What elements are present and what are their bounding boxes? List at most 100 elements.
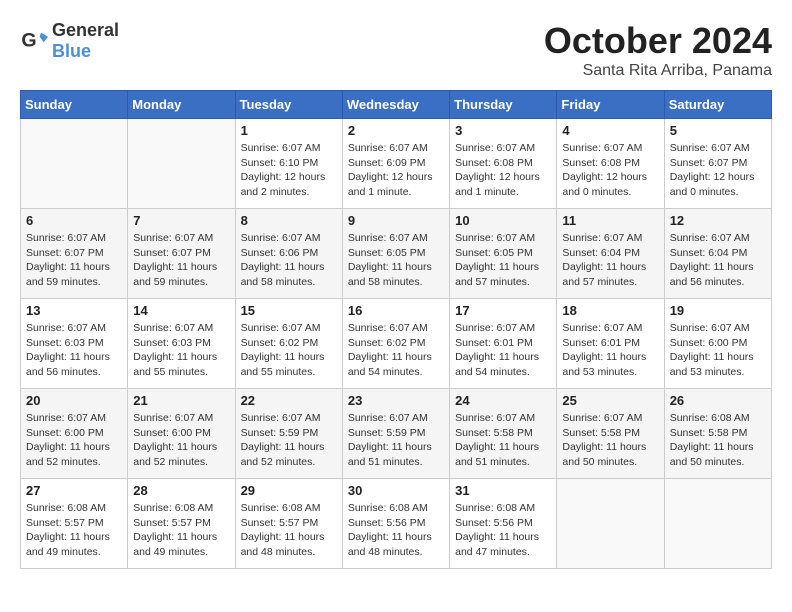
calendar-cell: 23 Sunrise: 6:07 AMSunset: 5:59 PMDayligh… bbox=[342, 389, 449, 479]
cell-info: Sunrise: 6:07 AMSunset: 6:00 PMDaylight:… bbox=[670, 321, 766, 380]
cell-info: Sunrise: 6:08 AMSunset: 5:57 PMDaylight:… bbox=[133, 501, 229, 560]
calendar-cell: 26 Sunrise: 6:08 AMSunset: 5:58 PMDayligh… bbox=[664, 389, 771, 479]
logo-general-text: General bbox=[52, 20, 119, 40]
calendar-week-row: 13 Sunrise: 6:07 AMSunset: 6:03 PMDayligh… bbox=[21, 299, 772, 389]
calendar-cell: 18 Sunrise: 6:07 AMSunset: 6:01 PMDayligh… bbox=[557, 299, 664, 389]
calendar-cell: 20 Sunrise: 6:07 AMSunset: 6:00 PMDayligh… bbox=[21, 389, 128, 479]
calendar-cell: 13 Sunrise: 6:07 AMSunset: 6:03 PMDayligh… bbox=[21, 299, 128, 389]
weekday-header: Monday bbox=[128, 91, 235, 119]
calendar-cell: 2Sunrise: 6:07 AMSunset: 6:09 PMDaylight… bbox=[342, 119, 449, 209]
cell-info: Sunrise: 6:07 AMSunset: 6:00 PMDaylight:… bbox=[26, 411, 122, 470]
day-number: 30 bbox=[348, 483, 444, 498]
day-number: 22 bbox=[241, 393, 337, 408]
weekday-header: Thursday bbox=[450, 91, 557, 119]
calendar-cell: 14 Sunrise: 6:07 AMSunset: 6:03 PMDayligh… bbox=[128, 299, 235, 389]
cell-info: Sunrise: 6:07 AMSunset: 6:01 PMDaylight:… bbox=[455, 321, 551, 380]
day-number: 14 bbox=[133, 303, 229, 318]
logo-blue-text: Blue bbox=[52, 41, 91, 61]
calendar-cell: 16Sunrise: 6:07 AMSunset: 6:02 PMDayligh… bbox=[342, 299, 449, 389]
cell-info: Sunrise: 6:07 AMSunset: 6:04 PMDaylight:… bbox=[670, 231, 766, 290]
calendar-cell bbox=[128, 119, 235, 209]
calendar-week-row: 1Sunrise: 6:07 AMSunset: 6:10 PMDaylight… bbox=[21, 119, 772, 209]
calendar-cell bbox=[21, 119, 128, 209]
day-number: 26 bbox=[670, 393, 766, 408]
day-number: 24 bbox=[455, 393, 551, 408]
weekday-header: Saturday bbox=[664, 91, 771, 119]
day-number: 7 bbox=[133, 213, 229, 228]
calendar-cell bbox=[557, 479, 664, 569]
cell-info: Sunrise: 6:07 AMSunset: 6:05 PMDaylight:… bbox=[455, 231, 551, 290]
logo: G General Blue bbox=[20, 20, 119, 62]
day-number: 3 bbox=[455, 123, 551, 138]
cell-info: Sunrise: 6:07 AMSunset: 6:06 PMDaylight:… bbox=[241, 231, 337, 290]
calendar-cell: 1Sunrise: 6:07 AMSunset: 6:10 PMDaylight… bbox=[235, 119, 342, 209]
day-number: 23 bbox=[348, 393, 444, 408]
day-number: 19 bbox=[670, 303, 766, 318]
cell-info: Sunrise: 6:07 AMSunset: 6:05 PMDaylight:… bbox=[348, 231, 444, 290]
day-number: 9 bbox=[348, 213, 444, 228]
cell-info: Sunrise: 6:07 AMSunset: 6:03 PMDaylight:… bbox=[26, 321, 122, 380]
calendar-cell: 9 Sunrise: 6:07 AMSunset: 6:05 PMDaylight… bbox=[342, 209, 449, 299]
cell-info: Sunrise: 6:08 AMSunset: 5:58 PMDaylight:… bbox=[670, 411, 766, 470]
calendar-cell: 19 Sunrise: 6:07 AMSunset: 6:00 PMDayligh… bbox=[664, 299, 771, 389]
calendar-cell: 11 Sunrise: 6:07 AMSunset: 6:04 PMDayligh… bbox=[557, 209, 664, 299]
cell-info: Sunrise: 6:07 AMSunset: 6:02 PMDaylight:… bbox=[241, 321, 337, 380]
weekday-header-row: SundayMondayTuesdayWednesdayThursdayFrid… bbox=[21, 91, 772, 119]
day-number: 13 bbox=[26, 303, 122, 318]
calendar-cell: 8 Sunrise: 6:07 AMSunset: 6:06 PMDaylight… bbox=[235, 209, 342, 299]
calendar-cell: 27 Sunrise: 6:08 AMSunset: 5:57 PMDayligh… bbox=[21, 479, 128, 569]
logo-icon: G bbox=[20, 27, 48, 55]
cell-info: Sunrise: 6:07 AMSunset: 6:04 PMDaylight:… bbox=[562, 231, 658, 290]
cell-info: Sunrise: 6:08 AMSunset: 5:57 PMDaylight:… bbox=[26, 501, 122, 560]
day-number: 18 bbox=[562, 303, 658, 318]
calendar-cell: 28Sunrise: 6:08 AMSunset: 5:57 PMDayligh… bbox=[128, 479, 235, 569]
day-number: 27 bbox=[26, 483, 122, 498]
calendar-cell: 17Sunrise: 6:07 AMSunset: 6:01 PMDayligh… bbox=[450, 299, 557, 389]
calendar-cell: 22 Sunrise: 6:07 AMSunset: 5:59 PMDayligh… bbox=[235, 389, 342, 479]
cell-info: Sunrise: 6:07 AMSunset: 6:07 PMDaylight:… bbox=[670, 141, 766, 200]
day-number: 31 bbox=[455, 483, 551, 498]
calendar-cell: 3 Sunrise: 6:07 AMSunset: 6:08 PMDaylight… bbox=[450, 119, 557, 209]
calendar-cell: 7 Sunrise: 6:07 AMSunset: 6:07 PMDaylight… bbox=[128, 209, 235, 299]
calendar-week-row: 20 Sunrise: 6:07 AMSunset: 6:00 PMDayligh… bbox=[21, 389, 772, 479]
day-number: 11 bbox=[562, 213, 658, 228]
cell-info: Sunrise: 6:07 AMSunset: 5:59 PMDaylight:… bbox=[241, 411, 337, 470]
calendar-cell: 30 Sunrise: 6:08 AMSunset: 5:56 PMDayligh… bbox=[342, 479, 449, 569]
day-number: 8 bbox=[241, 213, 337, 228]
weekday-header: Friday bbox=[557, 91, 664, 119]
day-number: 21 bbox=[133, 393, 229, 408]
cell-info: Sunrise: 6:07 AMSunset: 6:00 PMDaylight:… bbox=[133, 411, 229, 470]
cell-info: Sunrise: 6:07 AMSunset: 6:08 PMDaylight:… bbox=[455, 141, 551, 200]
day-number: 20 bbox=[26, 393, 122, 408]
cell-info: Sunrise: 6:07 AMSunset: 6:01 PMDaylight:… bbox=[562, 321, 658, 380]
day-number: 1 bbox=[241, 123, 337, 138]
cell-info: Sunrise: 6:08 AMSunset: 5:56 PMDaylight:… bbox=[455, 501, 551, 560]
calendar-cell: 6Sunrise: 6:07 AMSunset: 6:07 PMDaylight… bbox=[21, 209, 128, 299]
calendar-cell: 5 Sunrise: 6:07 AMSunset: 6:07 PMDaylight… bbox=[664, 119, 771, 209]
calendar-table: SundayMondayTuesdayWednesdayThursdayFrid… bbox=[20, 90, 772, 569]
cell-info: Sunrise: 6:07 AMSunset: 5:59 PMDaylight:… bbox=[348, 411, 444, 470]
weekday-header: Wednesday bbox=[342, 91, 449, 119]
day-number: 5 bbox=[670, 123, 766, 138]
day-number: 25 bbox=[562, 393, 658, 408]
cell-info: Sunrise: 6:08 AMSunset: 5:56 PMDaylight:… bbox=[348, 501, 444, 560]
cell-info: Sunrise: 6:07 AMSunset: 6:07 PMDaylight:… bbox=[133, 231, 229, 290]
calendar-week-row: 27 Sunrise: 6:08 AMSunset: 5:57 PMDayligh… bbox=[21, 479, 772, 569]
day-number: 15 bbox=[241, 303, 337, 318]
svg-text:G: G bbox=[21, 30, 36, 52]
calendar-week-row: 6Sunrise: 6:07 AMSunset: 6:07 PMDaylight… bbox=[21, 209, 772, 299]
page-header: G General Blue October 2024 Santa Rita A… bbox=[20, 20, 772, 80]
day-number: 12 bbox=[670, 213, 766, 228]
title-block: October 2024 Santa Rita Arriba, Panama bbox=[544, 20, 772, 80]
cell-info: Sunrise: 6:07 AMSunset: 6:03 PMDaylight:… bbox=[133, 321, 229, 380]
cell-info: Sunrise: 6:08 AMSunset: 5:57 PMDaylight:… bbox=[241, 501, 337, 560]
cell-info: Sunrise: 6:07 AMSunset: 5:58 PMDaylight:… bbox=[455, 411, 551, 470]
calendar-cell: 12 Sunrise: 6:07 AMSunset: 6:04 PMDayligh… bbox=[664, 209, 771, 299]
day-number: 4 bbox=[562, 123, 658, 138]
day-number: 2 bbox=[348, 123, 444, 138]
calendar-cell: 25Sunrise: 6:07 AMSunset: 5:58 PMDayligh… bbox=[557, 389, 664, 479]
calendar-cell bbox=[664, 479, 771, 569]
calendar-cell: 31 Sunrise: 6:08 AMSunset: 5:56 PMDayligh… bbox=[450, 479, 557, 569]
calendar-cell: 4Sunrise: 6:07 AMSunset: 6:08 PMDaylight… bbox=[557, 119, 664, 209]
day-number: 29 bbox=[241, 483, 337, 498]
